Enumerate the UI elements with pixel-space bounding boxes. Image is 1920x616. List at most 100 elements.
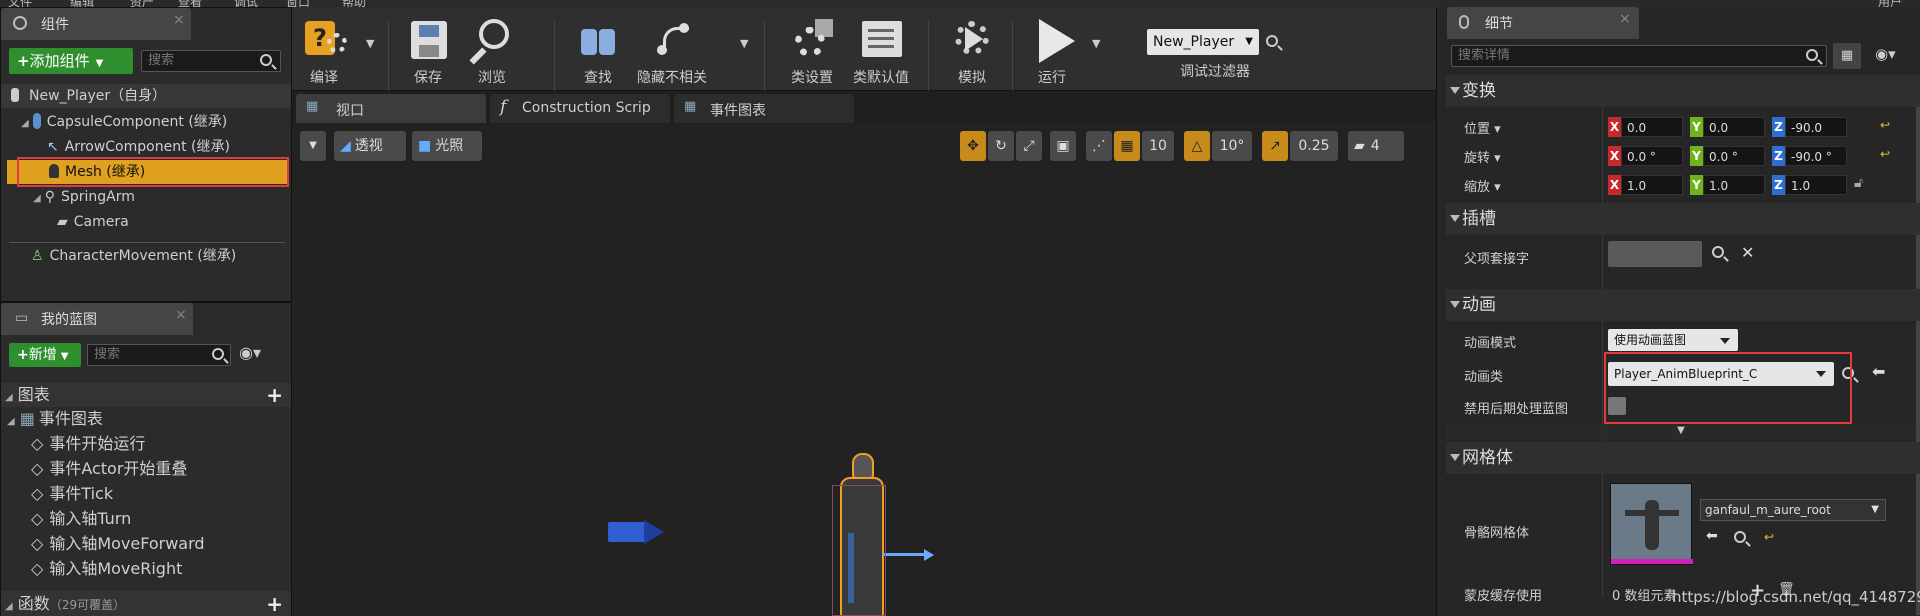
scale-label[interactable]: 缩放 ▾ <box>1464 176 1501 195</box>
search-icon[interactable] <box>1712 246 1724 258</box>
details-tab[interactable]: 细节 × <box>1447 7 1639 39</box>
animation-section-header[interactable]: 动画 <box>1446 289 1920 321</box>
rotation-z-field[interactable]: -90.0 ° <box>1785 146 1847 166</box>
scale-tool[interactable]: ⤢ <box>1016 131 1042 161</box>
grid-snap-value[interactable]: 10 <box>1142 131 1174 161</box>
myblueprint-tab[interactable]: ▭ 我的蓝图 × <box>1 303 193 335</box>
tree-item-capsule[interactable]: ◢ CapsuleComponent (继承) <box>1 110 291 134</box>
scale-y-field[interactable]: 1.0 <box>1703 175 1765 195</box>
hide-unrelated-dropdown-icon[interactable]: ▼ <box>740 37 748 50</box>
advanced-expand-button[interactable]: ▼ <box>1446 425 1916 439</box>
viewport[interactable]: ▼ ◢ 透视 ■ 光照 ✥ ↻ ⤢ ▣ ⋰ ▦ 10 △ 10° ↗ 0.25 ▰ 4 <box>292 123 1436 616</box>
event-label: 输入轴MoveRight <box>49 559 183 578</box>
world-local-toggle[interactable]: ▣ <box>1050 131 1076 161</box>
rotation-x-field[interactable]: 0.0 ° <box>1621 146 1683 166</box>
eye-icon[interactable]: ◉▾ <box>1875 45 1896 63</box>
grid-snap-toggle[interactable]: ▦ <box>1114 131 1140 161</box>
location-z-field[interactable]: -90.0 <box>1785 117 1847 137</box>
event-item[interactable]: ◇ 输入轴MoveForward <box>1 532 291 556</box>
lit-button[interactable]: ■ 光照 <box>412 131 482 161</box>
tree-item-charmovement[interactable]: ♙ CharacterMovement (继承) <box>1 244 291 268</box>
compile-button[interactable]: ? 编译 <box>294 17 354 87</box>
add-graph-icon[interactable]: + <box>266 383 283 407</box>
tab-construction-script[interactable]: f Construction Scrip <box>490 94 670 123</box>
animation-mode-select[interactable]: 使用动画蓝图 <box>1608 329 1738 351</box>
play-label: 运行 <box>1038 70 1066 86</box>
sockets-section-header[interactable]: 插槽 <box>1446 203 1920 235</box>
location-y-field[interactable]: 0.0 <box>1703 117 1765 137</box>
debug-object-select[interactable]: New_Player ▼ <box>1147 29 1259 55</box>
class-settings-button[interactable]: 类设置 <box>782 17 842 87</box>
reset-icon[interactable]: ↩ <box>1880 118 1890 132</box>
tree-item-camera[interactable]: ▰ Camera <box>1 210 291 234</box>
play-button[interactable]: 运行 <box>1022 17 1082 87</box>
translate-tool[interactable]: ✥ <box>960 131 986 161</box>
viewport-options-dropdown[interactable]: ▼ <box>300 131 326 161</box>
scale-snap-toggle[interactable]: ↗ <box>1262 131 1288 161</box>
location-x-field[interactable]: 0.0 <box>1621 117 1683 137</box>
add-component-button[interactable]: +添加组件 ▼ <box>9 48 133 74</box>
graphs-section-header[interactable]: ◢ 图表 + <box>1 383 291 407</box>
event-item[interactable]: ◇ 输入轴MoveRight <box>1 557 291 581</box>
event-item[interactable]: ◇ 事件开始运行 <box>1 432 291 456</box>
new-button[interactable]: +新增 ▼ <box>9 343 81 367</box>
components-search-input[interactable]: 搜索 <box>141 50 281 72</box>
tab-viewport[interactable]: ▦ 视口 <box>296 94 486 123</box>
skeletal-mesh-select[interactable]: ganfaul_m_aure_root ▼ <box>1700 499 1886 521</box>
use-selected-arrow-icon[interactable]: ⬅ <box>1872 362 1885 381</box>
gear-icon <box>789 17 835 63</box>
event-item[interactable]: ◇ 输入轴Turn <box>1 507 291 531</box>
tree-item-arrow[interactable]: ↖ ArrowComponent (继承) <box>1 135 291 159</box>
event-item[interactable]: ◇ 事件Tick <box>1 482 291 506</box>
rotate-tool[interactable]: ↻ <box>988 131 1014 161</box>
details-scrollbar[interactable] <box>1916 75 1920 615</box>
scale-snap-value[interactable]: 0.25 <box>1290 131 1338 161</box>
play-dropdown-icon[interactable]: ▼ <box>1092 37 1100 50</box>
components-tab[interactable]: 组件 × <box>1 8 191 40</box>
mesh-section-header[interactable]: 网格体 <box>1446 442 1920 474</box>
find-button[interactable]: 查找 <box>568 17 628 87</box>
skeletal-mesh-thumbnail[interactable] <box>1610 483 1693 565</box>
close-icon[interactable]: × <box>173 12 185 28</box>
rotation-y-field[interactable]: 0.0 ° <box>1703 146 1765 166</box>
rotation-snap-toggle[interactable]: △ <box>1184 131 1210 161</box>
tree-root-item[interactable]: New_Player（自身） <box>1 84 291 108</box>
use-selected-arrow-icon[interactable]: ⬅ <box>1706 528 1718 544</box>
add-function-icon[interactable]: + <box>266 591 283 616</box>
eye-icon[interactable]: ◉▾ <box>239 343 261 362</box>
myblueprint-search-input[interactable]: 搜索 <box>87 344 231 366</box>
save-button[interactable]: 保存 <box>398 17 458 87</box>
details-search-input[interactable]: 搜索详情 <box>1451 45 1827 67</box>
scale-z-field[interactable]: 1.0 <box>1785 175 1847 195</box>
compile-dropdown-icon[interactable]: ▼ <box>366 37 374 50</box>
event-item[interactable]: ◇ 事件Actor开始重叠 <box>1 457 291 481</box>
search-icon[interactable] <box>1734 531 1746 543</box>
close-icon[interactable]: × <box>1619 11 1631 27</box>
class-defaults-button[interactable]: 类默认值 <box>848 17 914 87</box>
tab-event-graph[interactable]: ▦ 事件图表 <box>674 94 854 123</box>
location-label[interactable]: 位置 ▾ <box>1464 118 1501 137</box>
camera-gizmo[interactable] <box>608 518 664 544</box>
camera-speed[interactable]: ▰ 4 <box>1348 131 1404 161</box>
tree-item-springarm[interactable]: ◢ ⚲ SpringArm <box>1 185 291 209</box>
rotation-label[interactable]: 旋转 ▾ <box>1464 147 1501 166</box>
lock-icon[interactable]: 🔓︎ <box>1854 175 1863 191</box>
search-icon[interactable] <box>1266 35 1278 47</box>
simulate-button[interactable]: 模拟 <box>942 17 1002 87</box>
close-icon[interactable]: × <box>175 307 187 323</box>
hide-unrelated-button[interactable]: 隐藏不相关 <box>632 17 712 87</box>
browse-button[interactable]: 浏览 <box>462 17 522 87</box>
transform-section-header[interactable]: 变换 <box>1446 75 1920 107</box>
mesh-section-label: 网格体 <box>1462 448 1513 468</box>
parent-socket-field[interactable] <box>1608 241 1702 267</box>
reset-icon[interactable]: ↩ <box>1880 147 1890 161</box>
surface-snap[interactable]: ⋰ <box>1086 131 1112 161</box>
scale-x-field[interactable]: 1.0 <box>1621 175 1683 195</box>
clear-icon[interactable]: ✕ <box>1741 243 1754 262</box>
functions-section-header[interactable]: ◢ 函数（29可覆盖） + <box>1 591 291 616</box>
perspective-button[interactable]: ◢ 透视 <box>334 131 406 161</box>
rotation-snap-value[interactable]: 10° <box>1212 131 1252 161</box>
event-graph-item[interactable]: ◢ ▦ 事件图表 <box>1 407 291 431</box>
property-matrix-button[interactable]: ▦ <box>1833 43 1861 69</box>
reset-icon[interactable]: ↩ <box>1764 530 1774 544</box>
